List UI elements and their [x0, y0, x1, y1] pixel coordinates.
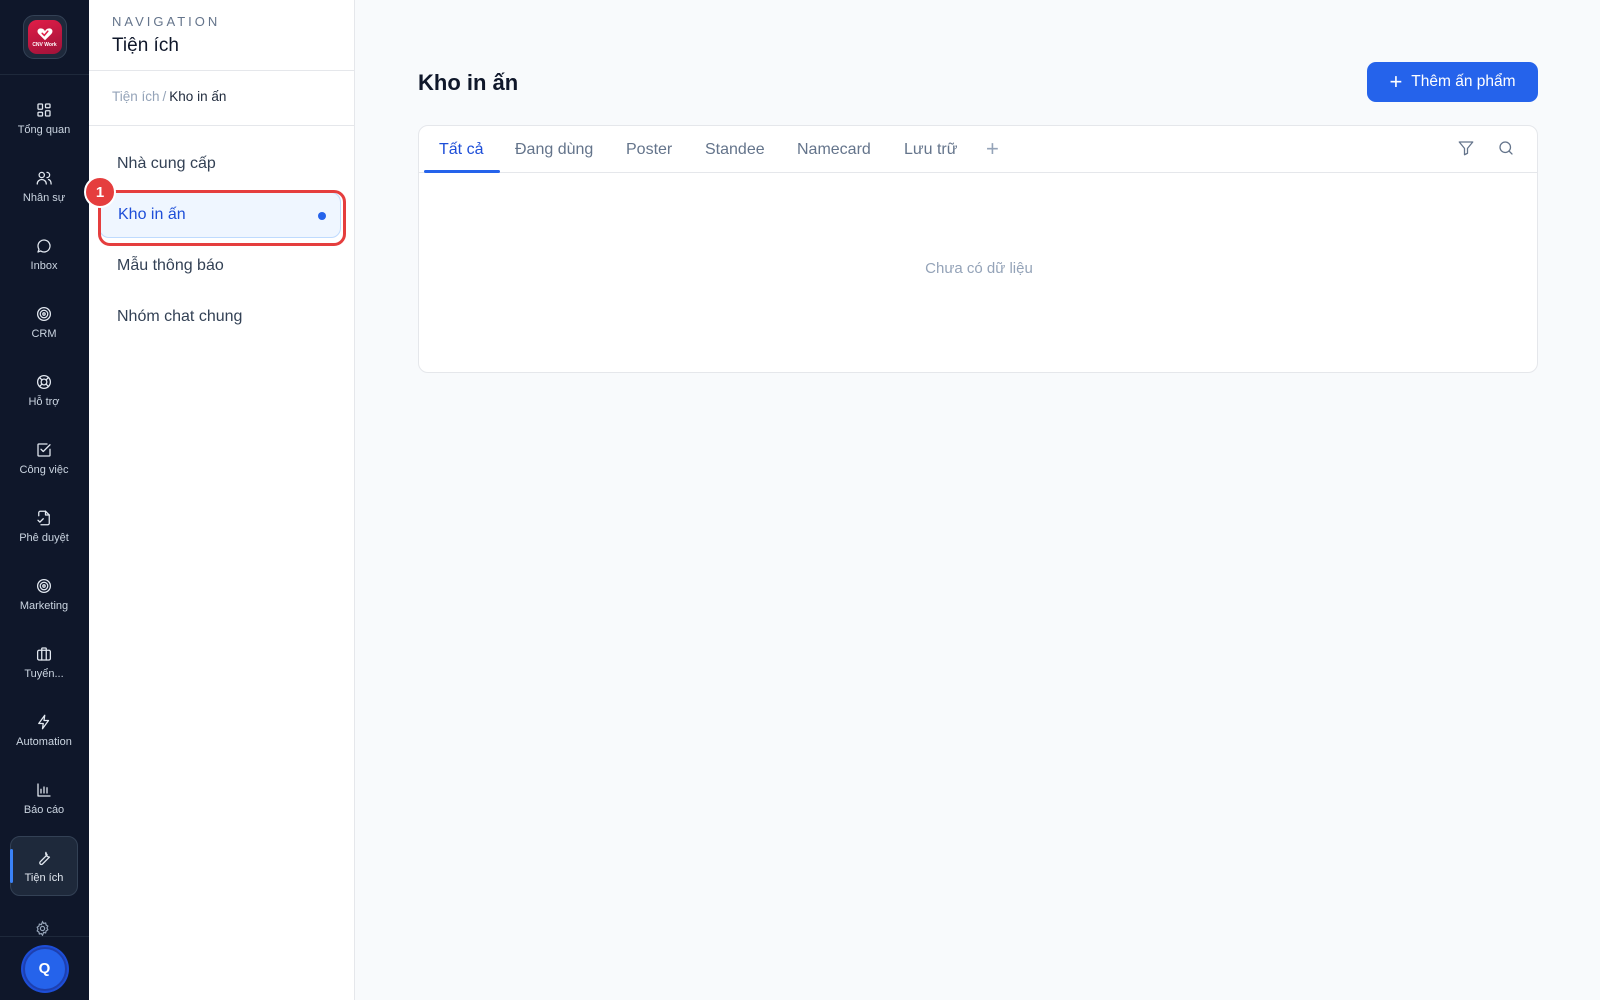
subnav-item-label: Kho in ấn: [118, 206, 186, 223]
rail-label: Marketing: [19, 599, 69, 612]
subnav-title: Tiện ích: [112, 35, 179, 56]
logo-area: CNV Work: [0, 0, 89, 75]
rail-item-automation[interactable]: Automation: [10, 700, 78, 760]
rail-item-inbox[interactable]: Inbox: [10, 224, 78, 284]
add-print-item-button[interactable]: + Thêm ấn phẩm: [1367, 62, 1538, 102]
lightning-icon: [38, 714, 50, 729]
tab-standee[interactable]: Standee: [705, 126, 765, 173]
rail-nav: Tổng quan Nhân sự Inbox CRM Hỗ trợ Công …: [0, 88, 89, 904]
rail-label: Phê duyệt: [19, 531, 69, 544]
rail-item-marketing[interactable]: Marketing: [10, 564, 78, 624]
filter-button[interactable]: [1457, 139, 1477, 159]
subnav-item-kho-in-an[interactable]: Kho in ấn: [99, 192, 341, 238]
logo-text: CNV Work: [32, 41, 57, 48]
grid-icon: [37, 102, 51, 117]
rail-item-bao-cao[interactable]: Báo cáo: [10, 768, 78, 828]
bar-chart-icon: [37, 782, 51, 797]
subnav-header: NAVIGATION Tiện ích: [89, 0, 354, 71]
tab-dang-dung[interactable]: Đang dùng: [515, 126, 593, 173]
breadcrumb: Tiện ích / Kho in ấn: [89, 71, 354, 126]
subnav-list: Nhà cung cấp Kho in ấn Mẫu thông báo Nhó…: [99, 141, 341, 345]
add-tab-button[interactable]: +: [986, 136, 999, 162]
filter-icon: [1458, 141, 1474, 156]
breadcrumb-separator: /: [162, 89, 167, 104]
page-title: Kho in ấn: [418, 70, 519, 95]
rail-label: Tiện ích: [24, 871, 64, 884]
logo-mark: CNV Work: [27, 20, 62, 54]
rail-label: Inbox: [30, 259, 58, 272]
file-approve-icon: [37, 510, 50, 525]
plus-icon: +: [1389, 69, 1403, 94]
user-area: Q: [0, 936, 89, 1000]
rail-item-tong-quan[interactable]: Tổng quan: [10, 88, 78, 148]
subnav-item-label: Nhà cung cấp: [117, 155, 216, 172]
rail-label: Automation: [16, 735, 72, 748]
rail-item-crm[interactable]: CRM: [10, 292, 78, 352]
avatar[interactable]: Q: [22, 946, 67, 991]
search-icon: [1499, 141, 1513, 155]
wrench-icon: [39, 851, 51, 865]
lifebuoy-icon: [36, 374, 52, 389]
rail-item-nhan-su[interactable]: Nhân sự: [10, 156, 78, 216]
rail-item-tuyen-dung[interactable]: Tuyển...: [10, 632, 78, 692]
rail-label: Công việc: [19, 463, 69, 476]
rail-label: Hỗ trợ: [28, 395, 60, 408]
tab-bar: Tất cả Đang dùng Poster Standee Namecard…: [419, 126, 1537, 173]
rail-item-ho-tro[interactable]: Hỗ trợ: [10, 360, 78, 420]
active-indicator-dot: [318, 212, 326, 220]
users-icon: [36, 171, 52, 185]
subnav-eyebrow: NAVIGATION: [112, 14, 221, 29]
tab-poster[interactable]: Poster: [626, 126, 672, 173]
secondary-nav: NAVIGATION Tiện ích Tiện ích / Kho in ấn N…: [89, 0, 355, 1000]
print-items-card: Tất cả Đang dùng Poster Standee Namecard…: [418, 125, 1538, 373]
chat-bubble-icon: [37, 238, 51, 253]
rail-label: Nhân sự: [22, 191, 66, 204]
tab-luu-tru[interactable]: Lưu trữ: [904, 126, 957, 173]
breadcrumb-parent[interactable]: Tiện ích: [112, 89, 160, 104]
empty-state-text: Chưa có dữ liệu: [925, 260, 1033, 277]
heart-icon: [37, 27, 52, 40]
tab-tat-ca[interactable]: Tất cả: [439, 126, 483, 173]
target-icon: [36, 578, 52, 593]
target-icon: [36, 306, 52, 321]
briefcase-icon: [36, 646, 52, 661]
rail-item-phe-duyet[interactable]: Phê duyệt: [10, 496, 78, 556]
step-badge: 1: [84, 176, 116, 208]
add-button-label: Thêm ấn phẩm: [1411, 73, 1516, 90]
rail-label: Tổng quan: [17, 123, 71, 136]
rail-label: Tuyển...: [24, 667, 64, 680]
subnav-item-nha-cung-cap[interactable]: Nhà cung cấp: [99, 141, 341, 187]
rail-item-tien-ich[interactable]: Tiện ích: [10, 836, 78, 896]
rail-label: CRM: [31, 327, 57, 340]
app-logo[interactable]: CNV Work: [22, 15, 67, 59]
subnav-item-mau-thong-bao[interactable]: Mẫu thông báo: [99, 243, 341, 289]
check-square-icon: [37, 442, 51, 457]
active-tab-underline: [424, 170, 500, 173]
rail-label: Báo cáo: [23, 803, 65, 816]
gear-icon: [36, 920, 49, 937]
subnav-item-nhom-chat-chung[interactable]: Nhóm chat chung: [99, 294, 341, 340]
subnav-item-label: Mẫu thông báo: [117, 257, 224, 274]
breadcrumb-current: Kho in ấn: [169, 89, 227, 104]
app-rail: CNV Work Tổng quan Nhân sự Inbox CRM Hỗ …: [0, 0, 89, 1000]
tab-namecard[interactable]: Namecard: [797, 126, 871, 173]
rail-item-cong-viec[interactable]: Công việc: [10, 428, 78, 488]
subnav-item-label: Nhóm chat chung: [117, 308, 243, 325]
search-button[interactable]: [1497, 139, 1517, 159]
